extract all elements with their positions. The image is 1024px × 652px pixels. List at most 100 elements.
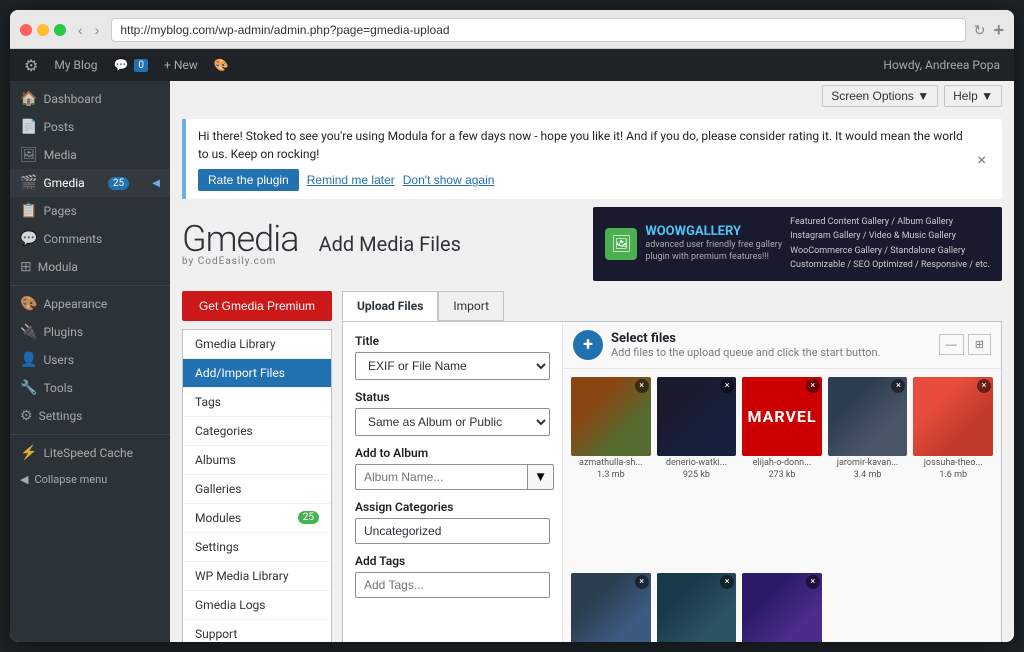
- sidebar-item-appearance[interactable]: 🎨 Appearance: [10, 290, 170, 318]
- sidebar-label-appearance: Appearance: [43, 297, 107, 311]
- title-select[interactable]: EXIF or File Name: [355, 352, 550, 380]
- back-btn[interactable]: ‹: [74, 20, 87, 40]
- album-name-input[interactable]: [355, 464, 527, 490]
- file-remove-1[interactable]: ×: [720, 379, 734, 393]
- select-files-header: + Select files Add files to the upload q…: [563, 322, 1001, 369]
- gmedia-logo: Gmedia by CodEasily.com: [182, 221, 299, 267]
- browser-chrome: ‹ › ↻ +: [10, 10, 1014, 49]
- sidebar-item-settings[interactable]: ⚙ Settings: [10, 402, 170, 430]
- sidebar-item-gmedia[interactable]: 🎬 Gmedia 25 ◀: [10, 169, 170, 197]
- nav-item-gmedia-logs[interactable]: Gmedia Logs: [183, 591, 331, 620]
- form-area: Title EXIF or File Name Status Same: [343, 322, 563, 642]
- sidebar-item-litespeed[interactable]: ⚡ LiteSpeed Cache: [10, 439, 170, 467]
- premium-btn[interactable]: Get Gmedia Premium: [182, 291, 332, 321]
- album-dropdown-btn[interactable]: ▼: [527, 464, 554, 490]
- modules-badge: 25: [298, 511, 319, 524]
- new-content-item[interactable]: + New: [156, 49, 206, 81]
- grid-view-btn[interactable]: ⊞: [968, 334, 991, 355]
- minimize-window-btn[interactable]: [37, 24, 49, 36]
- nav-item-categories[interactable]: Categories: [183, 417, 331, 446]
- sidebar-collapse-menu[interactable]: ◀ Collapse menu: [10, 467, 170, 492]
- add-files-icon[interactable]: +: [573, 330, 603, 360]
- notice-close-btn[interactable]: ×: [973, 150, 990, 169]
- file-item-6[interactable]: × judeus-samso... 3.2 mb: [657, 573, 737, 642]
- main-content: Screen Options ▼ Help ▼ Hi there! Stoked…: [170, 81, 1014, 642]
- tools-icon: 🔧: [20, 380, 37, 396]
- my-blog-label: My Blog: [54, 58, 97, 72]
- woowgallery-subtitle: advanced user friendly free gallery plug…: [645, 239, 782, 264]
- nav-item-albums[interactable]: Albums: [183, 446, 331, 475]
- nav-item-modules[interactable]: Modules 25: [183, 504, 331, 533]
- admin-bar: ⚙ My Blog 💬 0 + New 🎨 Howdy, Andreea Pop…: [10, 49, 1014, 81]
- screen-options-btn[interactable]: Screen Options ▼: [822, 85, 938, 107]
- content-area: Gmedia by CodEasily.com Add Media Files …: [170, 207, 1014, 642]
- file-remove-5[interactable]: ×: [635, 575, 649, 589]
- tags-input[interactable]: [355, 572, 550, 598]
- file-item-3[interactable]: × jaromir-kavan... 3.4 mb: [828, 377, 908, 568]
- sidebar-item-posts[interactable]: 📄 Posts: [10, 113, 170, 141]
- help-btn[interactable]: Help ▼: [944, 85, 1002, 107]
- browser-window: ‹ › ↻ + ⚙ My Blog 💬 0 + New 🎨: [10, 10, 1014, 642]
- users-icon: 👤: [20, 352, 37, 368]
- file-item-0[interactable]: × azmathulla-sh... 1.3 mb: [571, 377, 651, 568]
- sidebar-item-plugins[interactable]: 🔌 Plugins: [10, 318, 170, 346]
- comments-item[interactable]: 💬 0: [105, 49, 156, 81]
- nav-item-tags[interactable]: Tags: [183, 388, 331, 417]
- forward-btn[interactable]: ›: [91, 20, 104, 40]
- file-item-4[interactable]: × jossuha-theo... 1.6 mb: [913, 377, 993, 568]
- dont-show-btn[interactable]: Don't show again: [403, 173, 495, 187]
- gmedia-icon: 🎬: [20, 175, 37, 191]
- nav-item-support[interactable]: Support: [183, 620, 331, 642]
- pages-icon: 📋: [20, 203, 37, 219]
- status-select[interactable]: Same as Album or Public: [355, 408, 550, 436]
- screen-options-bar: Screen Options ▼ Help ▼: [170, 81, 1014, 111]
- categories-label: Assign Categories: [355, 500, 550, 514]
- file-remove-3[interactable]: ×: [891, 379, 905, 393]
- nav-item-wp-media[interactable]: WP Media Library: [183, 562, 331, 591]
- file-item-5[interactable]: × judeus-samso... 3.2 mb: [571, 573, 651, 642]
- wp-layout: 🏠 Dashboard 📄 Posts 🖼 Media 🎬 Gmedia: [10, 81, 1014, 642]
- sidebar-item-dashboard[interactable]: 🏠 Dashboard: [10, 85, 170, 113]
- sidebar-item-comments[interactable]: 💬 Comments: [10, 225, 170, 253]
- nav-item-gmedia-library[interactable]: Gmedia Library: [183, 330, 331, 359]
- collapse-view-btn[interactable]: —: [939, 334, 964, 355]
- sidebar-item-pages[interactable]: 📋 Pages: [10, 197, 170, 225]
- file-size-4: 1.6 mb: [913, 470, 993, 482]
- file-item-7[interactable]: × ussama-azam... 4.4 mb: [742, 573, 822, 642]
- file-remove-4[interactable]: ×: [977, 379, 991, 393]
- new-tab-btn[interactable]: +: [993, 20, 1004, 41]
- album-select-row: ▼: [355, 464, 550, 490]
- categories-input[interactable]: [355, 518, 550, 544]
- maximize-window-btn[interactable]: [54, 24, 66, 36]
- sidebar-label-plugins: Plugins: [43, 325, 83, 339]
- wp-logo-item[interactable]: ⚙: [16, 49, 46, 81]
- file-remove-7[interactable]: ×: [806, 575, 820, 589]
- customize-item[interactable]: 🎨: [206, 49, 237, 81]
- file-item-2[interactable]: MARVEL × elijah-o-donn... 273 kb: [742, 377, 822, 568]
- form-group-tags: Add Tags: [355, 554, 550, 598]
- rate-plugin-btn[interactable]: Rate the plugin: [198, 169, 299, 191]
- woowgallery-banner[interactable]: 🖼 WOOWGALLERY advanced user friendly fre…: [593, 207, 1002, 281]
- tab-upload-files[interactable]: Upload Files: [342, 291, 438, 321]
- file-item-1[interactable]: × denerio-watki... 925 kb: [657, 377, 737, 568]
- close-window-btn[interactable]: [20, 24, 32, 36]
- my-blog-item[interactable]: My Blog: [46, 49, 105, 81]
- tab-import[interactable]: Import: [438, 291, 504, 321]
- sidebar-item-users[interactable]: 👤 Users: [10, 346, 170, 374]
- woowgallery-content: WOOWGALLERY advanced user friendly free …: [645, 224, 782, 264]
- file-remove-0[interactable]: ×: [635, 379, 649, 393]
- reload-btn[interactable]: ↻: [974, 22, 986, 39]
- nav-item-galleries[interactable]: Galleries: [183, 475, 331, 504]
- admin-bar-right: Howdy, Andreea Popa: [875, 58, 1008, 72]
- sidebar-item-tools[interactable]: 🔧 Tools: [10, 374, 170, 402]
- file-size-2: 273 kb: [742, 470, 822, 482]
- nav-item-add-import[interactable]: Add/Import Files: [183, 359, 331, 388]
- file-remove-2[interactable]: ×: [806, 379, 820, 393]
- address-bar[interactable]: [111, 18, 965, 42]
- header-actions: — ⊞: [939, 334, 991, 355]
- sidebar-item-media[interactable]: 🖼 Media: [10, 141, 170, 169]
- collapse-arrow-icon: ◀: [20, 473, 28, 486]
- sidebar-item-modula[interactable]: ⊞ Modula: [10, 253, 170, 281]
- remind-later-btn[interactable]: Remind me later: [307, 173, 395, 187]
- nav-item-settings[interactable]: Settings: [183, 533, 331, 562]
